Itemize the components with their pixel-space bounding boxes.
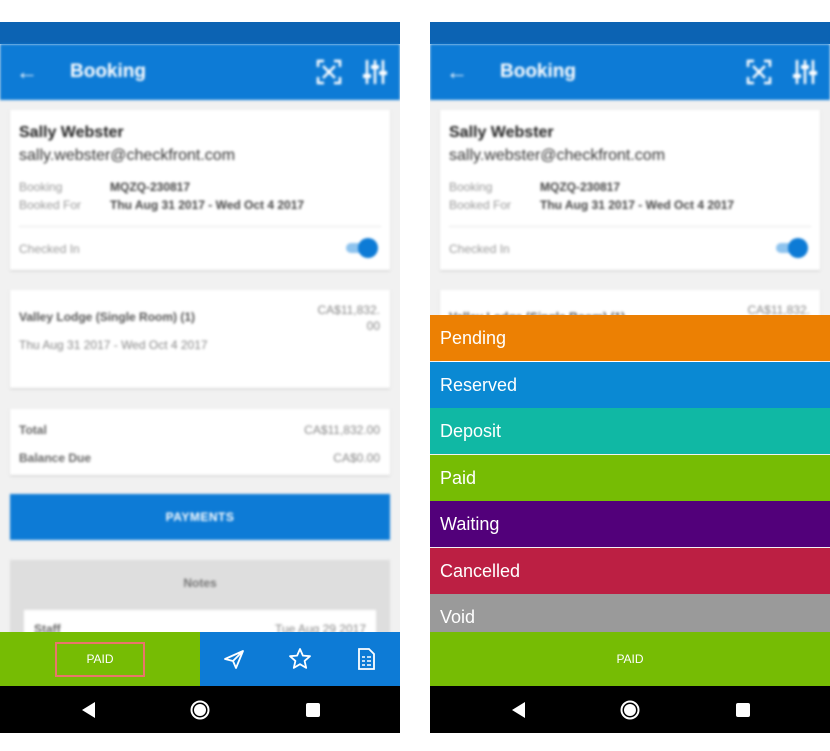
- booking-label: Booking: [19, 180, 63, 194]
- tune-icon[interactable]: [792, 58, 818, 86]
- status-bar: [0, 22, 400, 44]
- star-icon[interactable]: [288, 647, 312, 671]
- nav-back-icon[interactable]: [80, 701, 96, 719]
- item-dates: Thu Aug 31 2017 - Wed Oct 4 2017: [19, 338, 208, 352]
- system-nav-bar: [430, 686, 830, 733]
- booking-label: Booking: [449, 180, 493, 194]
- status-option-waiting[interactable]: Waiting: [430, 501, 830, 547]
- page-title: Booking: [500, 61, 576, 82]
- arrow-back-icon[interactable]: ←: [16, 58, 38, 86]
- nav-recents-icon[interactable]: [306, 703, 320, 717]
- divider: [19, 226, 381, 227]
- notes-panel: Notes Staff Tue Aug 29 2017: [10, 560, 390, 650]
- item-card[interactable]: Valley Lodge (Single Room) (1) Thu Aug 3…: [10, 290, 390, 388]
- booking-screen: ← Booking Sally Webster sally.webster@ch…: [0, 22, 400, 733]
- status-option-pending[interactable]: Pending: [430, 315, 830, 361]
- bottom-action-bar: PAID: [0, 632, 400, 686]
- status-option-void[interactable]: Void: [430, 594, 830, 632]
- guest-email: sally.webster@checkfront.com: [449, 147, 666, 164]
- guest-card: Sally Webster sally.webster@checkfront.c…: [10, 110, 390, 270]
- nav-home-icon[interactable]: [620, 700, 640, 720]
- scan-icon[interactable]: [316, 59, 342, 85]
- total-value: CA$11,832.00: [304, 423, 380, 437]
- status-option-cancelled[interactable]: Cancelled: [430, 547, 830, 594]
- status-option-deposit[interactable]: Deposit: [430, 408, 830, 454]
- guest-email: sally.webster@checkfront.com: [19, 147, 236, 164]
- balance-due-value: CA$0.00: [333, 451, 380, 465]
- status-menu: Pending Reserved Deposit Paid Waiting Cancell…: [430, 315, 830, 632]
- system-nav-bar: [0, 686, 400, 733]
- invoice-icon[interactable]: [354, 647, 378, 671]
- nav-home-icon[interactable]: [190, 700, 210, 720]
- booked-for-dates: Thu Aug 31 2017 - Wed Oct 4 2017: [110, 198, 305, 212]
- booked-for-label: Booked For: [19, 198, 82, 212]
- checked-in-label: Checked In: [449, 242, 510, 256]
- totals-card: Total CA$11,832.00 Balance Due CA$0.00: [10, 409, 390, 475]
- guest-name: Sally Webster: [19, 124, 124, 141]
- checked-in-toggle[interactable]: [774, 238, 808, 258]
- divider: [449, 226, 811, 227]
- send-icon[interactable]: [222, 647, 246, 671]
- notes-title: Notes: [183, 576, 217, 590]
- booking-screen-status-menu: ← Booking Sally Webster sally.webster@ch…: [430, 22, 830, 733]
- tune-icon[interactable]: [362, 58, 388, 86]
- toggle-knob: [358, 238, 378, 258]
- action-area: [200, 632, 400, 686]
- guest-name: Sally Webster: [449, 124, 554, 141]
- status-area: PAID: [0, 632, 200, 686]
- status-option-paid[interactable]: Paid: [430, 454, 830, 501]
- status-bar: [430, 22, 830, 44]
- total-label: Total: [19, 423, 47, 437]
- checked-in-toggle[interactable]: [344, 238, 378, 258]
- balance-due-label: Balance Due: [19, 451, 92, 465]
- booked-for-label: Booked For: [449, 198, 512, 212]
- arrow-back-icon[interactable]: ←: [446, 58, 468, 86]
- payments-button[interactable]: PAYMENTS: [10, 494, 390, 540]
- toggle-knob: [788, 238, 808, 258]
- paid-status-button[interactable]: PAID: [55, 642, 145, 677]
- item-name: Valley Lodge (Single Room) (1): [19, 310, 196, 324]
- item-price: CA$11,832. 00: [300, 302, 381, 334]
- page-title: Booking: [70, 61, 146, 82]
- nav-recents-icon[interactable]: [736, 703, 750, 717]
- booking-id: MQZQ-230817: [540, 180, 621, 194]
- booked-for-dates: Thu Aug 31 2017 - Wed Oct 4 2017: [540, 198, 735, 212]
- booking-id: MQZQ-230817: [110, 180, 191, 194]
- app-bar: ← Booking: [0, 44, 400, 100]
- scan-icon[interactable]: [746, 59, 772, 85]
- item-price-line1: CA$11,832.: [317, 303, 381, 317]
- nav-back-icon[interactable]: [510, 701, 526, 719]
- status-option-reserved[interactable]: Reserved: [430, 361, 830, 408]
- checked-in-label: Checked In: [19, 242, 80, 256]
- item-price-line2: 00: [366, 319, 380, 333]
- paid-status-bar[interactable]: PAID: [430, 632, 830, 686]
- app-bar: ← Booking: [430, 44, 830, 100]
- guest-card: Sally Webster sally.webster@checkfront.c…: [440, 110, 820, 270]
